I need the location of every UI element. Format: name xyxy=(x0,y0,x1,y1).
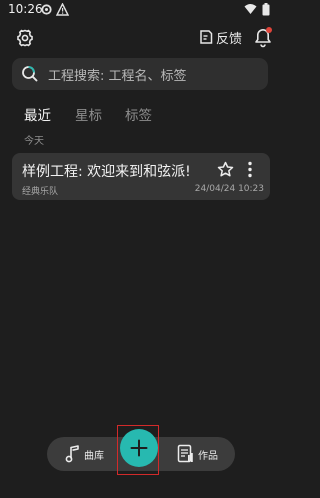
feedback-button[interactable]: 反馈 xyxy=(198,25,242,49)
project-subtitle: 经典乐队 xyxy=(22,187,59,197)
star-icon[interactable] xyxy=(217,161,234,178)
works-button[interactable]: 作品 xyxy=(177,442,218,466)
music-note-icon xyxy=(65,445,79,463)
gear-icon xyxy=(41,4,52,15)
project-title: 样例工程: 欢迎来到和弦派! xyxy=(22,164,191,180)
works-icon xyxy=(177,444,193,463)
add-project-button[interactable] xyxy=(120,429,158,467)
wifi-icon xyxy=(244,4,257,14)
project-date: 24/04/24 10:23 xyxy=(194,184,264,194)
feedback-label: 反馈 xyxy=(216,31,243,47)
library-label: 曲库 xyxy=(84,450,104,462)
alert-icon xyxy=(56,3,69,16)
more-options-icon[interactable] xyxy=(245,160,255,179)
section-label-today: 今天 xyxy=(24,136,44,147)
search-icon xyxy=(22,66,38,82)
search-input[interactable]: 工程搜索: 工程名、标签 xyxy=(12,58,268,90)
bell-icon xyxy=(255,27,272,48)
battery-icon xyxy=(262,3,270,16)
tab-recent[interactable]: 最近 xyxy=(24,104,51,124)
library-button[interactable]: 曲库 xyxy=(65,442,104,466)
project-card[interactable]: 样例工程: 欢迎来到和弦派! 经典乐队 24/04/24 10:23 xyxy=(12,153,270,200)
settings-button[interactable] xyxy=(14,27,36,49)
status-time: 10:26 xyxy=(8,2,43,16)
notifications-button[interactable] xyxy=(252,25,274,49)
plus-icon xyxy=(130,439,148,457)
gear-icon xyxy=(17,29,33,47)
works-label: 作品 xyxy=(198,450,218,462)
status-bar: 10:26 xyxy=(0,0,281,20)
search-placeholder: 工程搜索: 工程名、标签 xyxy=(48,68,187,84)
tab-starred[interactable]: 星标 xyxy=(75,104,102,124)
tab-tags[interactable]: 标签 xyxy=(125,104,152,124)
feedback-icon xyxy=(200,30,213,44)
